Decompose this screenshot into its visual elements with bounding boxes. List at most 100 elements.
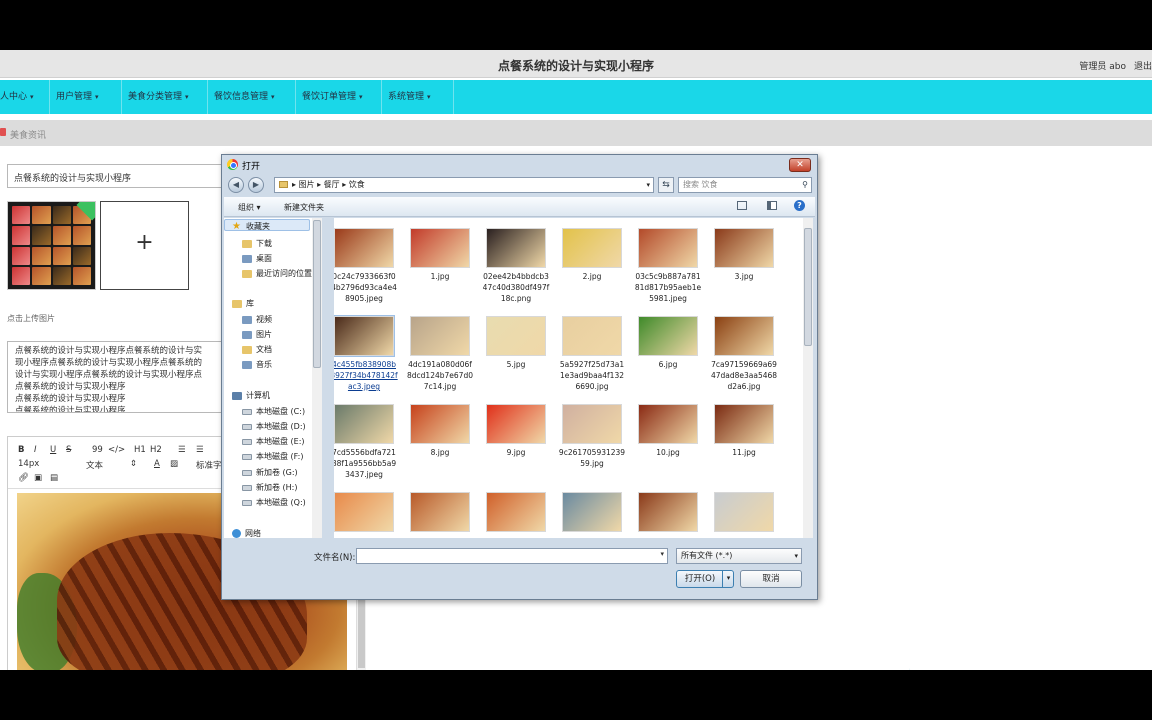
filename-input[interactable]: ▾ [356, 548, 668, 564]
close-button[interactable]: ✕ [789, 158, 811, 172]
chevron-down-icon[interactable]: ▾ [646, 178, 650, 192]
open-dropdown-button[interactable]: ▾ [722, 570, 734, 588]
logout-link[interactable]: 退出 [1134, 59, 1152, 72]
admin-label[interactable]: 管理员 abo [1079, 59, 1126, 72]
file-item[interactable] [334, 492, 400, 535]
nav-item-system[interactable]: 系统管理 ▾ [382, 80, 454, 114]
help-icon[interactable]: ? [794, 200, 805, 211]
sidebar-item-drive-h[interactable]: 新加卷 (H:) [242, 482, 298, 493]
nav-item-users[interactable]: 用户管理 ▾ [50, 80, 122, 114]
sidebar-item-pictures[interactable]: 图片 [242, 329, 272, 340]
preview-pane-icon[interactable] [767, 201, 777, 210]
video-icon[interactable]: ▤ [50, 473, 58, 483]
breadcrumb-current[interactable]: 美食资讯 [10, 128, 46, 141]
highlight-icon[interactable]: ▨ [170, 459, 178, 469]
strike-button[interactable]: S [66, 445, 71, 455]
file-item[interactable] [556, 492, 628, 535]
link-icon[interactable]: 🔗︎ [18, 473, 29, 483]
search-icon: ⚲ [802, 180, 808, 189]
file-item[interactable]: 4c455fb838908b3927f34b478142fac3.jpeg [334, 315, 400, 392]
file-item[interactable]: 03c5c9b887a78181d817b95aeb1e5981.jpeg [632, 228, 704, 304]
file-item[interactable]: 7ca97159669a6947dad8e3aa5468d2a6.jpg [708, 316, 780, 392]
italic-button[interactable]: I [34, 445, 37, 455]
font-type-select[interactable]: 文本 [86, 459, 103, 471]
sidebar-item-drive-c[interactable]: 本地磁盘 (C:) [242, 406, 305, 417]
ordered-list-button[interactable]: ☰ [178, 445, 186, 455]
file-list-scrollbar[interactable] [803, 218, 813, 538]
sidebar-scrollbar[interactable] [312, 218, 322, 538]
file-item[interactable] [480, 492, 552, 535]
code-button[interactable]: </> [108, 445, 125, 455]
image-icon[interactable]: ▣ [34, 473, 42, 483]
nav-item-personal-center[interactable]: 人中心 ▾ [0, 80, 50, 114]
file-item[interactable]: 2.jpg [556, 228, 628, 282]
file-item[interactable]: 9.jpg [480, 404, 552, 458]
bold-button[interactable]: B [18, 445, 24, 455]
file-item[interactable]: 0c24c7933663f04b2796d93ca4e48905.jpeg [334, 228, 400, 304]
view-mode-icon[interactable] [737, 201, 747, 210]
font-color-button[interactable]: A [154, 459, 160, 469]
path-segment[interactable]: 图片 [299, 180, 315, 189]
file-item[interactable] [404, 492, 476, 535]
sidebar-item-drive-q[interactable]: 本地磁盘 (Q:) [242, 497, 306, 508]
file-open-dialog: 打开 ✕ ◀ ▶ ▸ 图片 ▸ 餐厅 ▸ 饮食 ▾ ⇆ 搜索 饮食 ⚲ 组织 ▾… [221, 154, 818, 600]
sidebar-item-downloads[interactable]: 下载 [242, 238, 272, 249]
file-item[interactable] [708, 492, 780, 535]
bullet-list-button[interactable]: ☰ [196, 445, 204, 455]
underline-button[interactable]: U [50, 445, 56, 455]
filetype-select[interactable]: 所有文件 (*.*) ▾ [676, 548, 802, 564]
sidebar-item-documents[interactable]: 文档 [242, 344, 272, 355]
file-item[interactable]: 11.jpg [708, 404, 780, 458]
quote-button[interactable]: 99 [92, 445, 103, 455]
chevron-down-icon[interactable]: ▾ [660, 550, 664, 558]
file-item[interactable]: 4dc191a080d06f8dcd124b7e67d07c14.jpg [404, 316, 476, 392]
nav-item-orders[interactable]: 餐饮订单管理 ▾ [296, 80, 382, 114]
sidebar-item-videos[interactable]: 视频 [242, 314, 272, 325]
file-item[interactable]: 1.jpg [404, 228, 476, 282]
sidebar-item-music[interactable]: 音乐 [242, 359, 272, 370]
nav-item-food-category[interactable]: 美食分类管理 ▾ [122, 80, 208, 114]
path-segment[interactable]: 饮食 [349, 180, 365, 189]
sidebar-item-computer[interactable]: 计算机 [232, 390, 270, 401]
font-size-select[interactable]: 14px [18, 459, 39, 469]
sidebar-item-drive-f[interactable]: 本地磁盘 (F:) [242, 451, 303, 462]
forward-button[interactable]: ▶ [248, 177, 264, 193]
cancel-button[interactable]: 取消 [740, 570, 802, 588]
file-item[interactable]: 02ee42b4bbdcb347c40d380df497f18c.png [480, 228, 552, 304]
file-item[interactable]: 9c26170593123959.jpg [556, 404, 628, 469]
sidebar-item-recent[interactable]: 最近访问的位置 [242, 268, 312, 279]
refresh-button[interactable]: ⇆ [658, 177, 674, 193]
h1-button[interactable]: H1 [134, 445, 146, 455]
file-item[interactable]: 10.jpg [632, 404, 704, 458]
upload-button[interactable]: + [100, 201, 189, 290]
file-item[interactable]: 3.jpg [708, 228, 780, 282]
title-input[interactable]: 点餐系统的设计与实现小程序 [7, 164, 225, 188]
file-item[interactable]: 5.jpg [480, 316, 552, 370]
file-item[interactable]: 7cd5556bdfa72188f1a9556bb5a93437.jpeg [334, 404, 400, 480]
command-bar: 组织 ▾ 新建文件夹 ? [224, 197, 815, 217]
dialog-titlebar[interactable]: 打开 ✕ [222, 155, 817, 175]
sidebar-item-drive-d[interactable]: 本地磁盘 (D:) [242, 421, 306, 432]
file-thumbnail [486, 492, 546, 532]
back-button[interactable]: ◀ [228, 177, 244, 193]
path-segment[interactable]: 餐厅 [324, 180, 340, 189]
file-item[interactable] [632, 492, 704, 535]
sidebar-item-desktop[interactable]: 桌面 [242, 253, 272, 264]
file-item[interactable]: 6.jpg [632, 316, 704, 370]
uploaded-image-thumbnail[interactable] [7, 201, 96, 290]
search-input[interactable]: 搜索 饮食 ⚲ [678, 177, 812, 193]
nav-item-food-info[interactable]: 餐饮信息管理 ▾ [208, 80, 296, 114]
style-select[interactable]: 标准字 [196, 459, 222, 471]
organize-button[interactable]: 组织 ▾ [238, 202, 261, 213]
new-folder-button[interactable]: 新建文件夹 [284, 202, 324, 213]
sidebar-item-favorites[interactable]: ★ 收藏夹 [232, 221, 270, 232]
sidebar-item-drive-e[interactable]: 本地磁盘 (E:) [242, 436, 305, 447]
h2-button[interactable]: H2 [150, 445, 162, 455]
description-textarea[interactable]: 点餐系统的设计与实现小程序点餐系统的设计与实 现小程序点餐系统的设计与实现小程序… [7, 341, 225, 413]
sidebar-item-network[interactable]: 网络 [232, 528, 261, 539]
address-bar[interactable]: ▸ 图片 ▸ 餐厅 ▸ 饮食 ▾ [274, 177, 654, 193]
sidebar-item-library[interactable]: 库 [232, 298, 254, 309]
file-item[interactable]: 5a5927f25d73a11e3ad9baa4f1326690.jpg [556, 316, 628, 392]
file-item[interactable]: 8.jpg [404, 404, 476, 458]
sidebar-item-drive-g[interactable]: 新加卷 (G:) [242, 467, 298, 478]
